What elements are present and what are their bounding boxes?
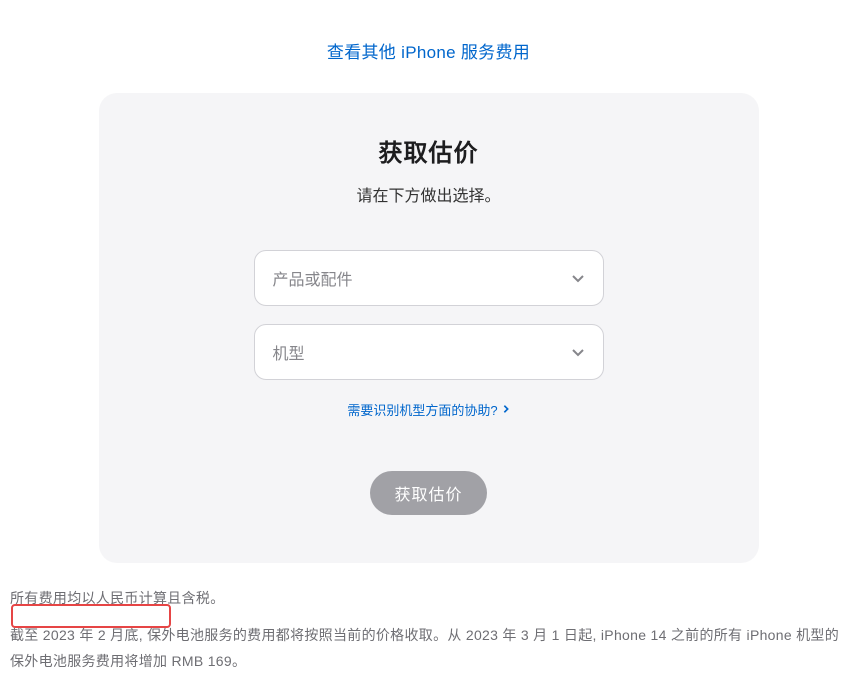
card-subtitle: 请在下方做出选择。	[139, 182, 719, 206]
get-estimate-button[interactable]: 获取估价	[370, 471, 486, 515]
help-link-label: 需要识别机型方面的协助?	[347, 400, 497, 419]
model-select-placeholder: 机型	[273, 340, 305, 364]
product-select[interactable]: 产品或配件	[254, 250, 604, 306]
footer-note-tax: 所有费用均以人民币计算且含税。	[10, 585, 847, 612]
chevron-down-icon	[571, 271, 585, 285]
card-title: 获取估价	[139, 133, 719, 168]
other-services-link[interactable]: 查看其他 iPhone 服务费用	[327, 43, 530, 62]
identify-model-help-link[interactable]: 需要识别机型方面的协助?	[347, 400, 509, 419]
footer-note-price-change: 截至 2023 年 2 月底, 保外电池服务的费用都将按照当前的价格收取。从 2…	[10, 622, 847, 675]
chevron-right-icon	[502, 402, 510, 417]
product-select-placeholder: 产品或配件	[273, 266, 353, 290]
chevron-down-icon	[571, 345, 585, 359]
footer-notes: 所有费用均以人民币计算且含税。 截至 2023 年 2 月底, 保外电池服务的费…	[0, 563, 857, 675]
estimate-card: 获取估价 请在下方做出选择。 产品或配件 机型 需要识别机型方面的协助? 获取估…	[99, 93, 759, 563]
model-select[interactable]: 机型	[254, 324, 604, 380]
